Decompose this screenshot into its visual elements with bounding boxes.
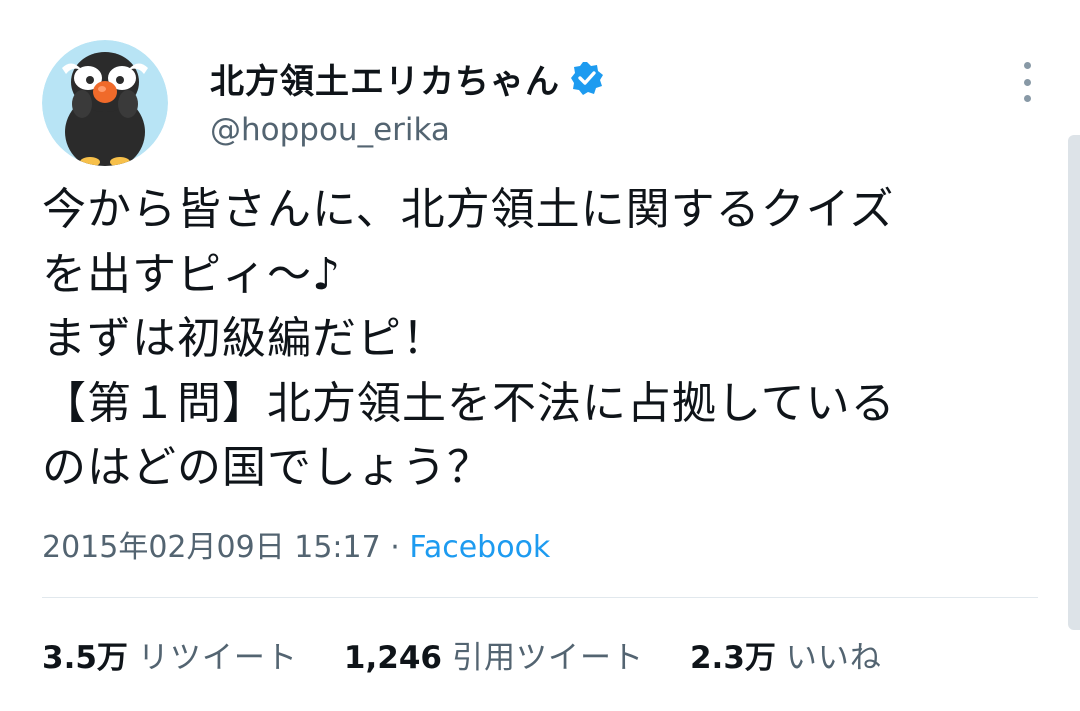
more-dot bbox=[1023, 78, 1031, 86]
tweet-text: 今から皆さんに、北方領土に関するクイズ を出すピィ～♪ まずは初級編だピ！ 【第… bbox=[42, 178, 1042, 501]
retweet-count[interactable]: 3.5万 リツイート bbox=[42, 632, 298, 677]
tweet-stats: 3.5万 リツイート 1,246 引用ツイート 2.3万 いいね bbox=[42, 632, 928, 677]
stat-count: 1,246 bbox=[343, 640, 442, 676]
tweet-timestamp[interactable]: 2015年02月09日 15:17 bbox=[42, 530, 381, 565]
author-handle[interactable]: @hoppou_erika bbox=[210, 112, 450, 148]
tweet-text-line: まずは初級編だピ！ bbox=[42, 313, 447, 364]
stat-count: 3.5万 bbox=[42, 640, 128, 676]
more-options-icon[interactable] bbox=[1010, 62, 1044, 102]
tweet-text-line: のはどの国でしょう？ bbox=[42, 442, 492, 493]
tweet-text-line: を出すピィ～♪ bbox=[42, 248, 342, 300]
like-count[interactable]: 2.3万 いいね bbox=[690, 632, 882, 677]
verified-badge-icon bbox=[570, 61, 604, 95]
meta-separator: · bbox=[390, 530, 400, 565]
more-dot bbox=[1023, 95, 1031, 102]
tweet-text-line: 【第１問】北方領土を不法に占拠している bbox=[42, 377, 896, 429]
tweet-source-link[interactable]: Facebook bbox=[409, 530, 550, 565]
avatar[interactable] bbox=[42, 40, 168, 166]
stat-label: リツイート bbox=[137, 640, 298, 676]
stat-label: いいね bbox=[785, 640, 882, 676]
stat-count: 2.3万 bbox=[689, 640, 776, 676]
tweet-detail: 北方領土エリカちゃん @hoppou_erika 今から皆さんに、北方領土に関す… bbox=[0, 0, 1080, 711]
author-display-name[interactable]: 北方領土エリカちゃん bbox=[210, 54, 560, 103]
scrollbar-thumb[interactable] bbox=[1068, 135, 1080, 630]
stat-label: 引用ツイート bbox=[451, 640, 644, 676]
more-dot bbox=[1023, 62, 1031, 69]
quote-tweet-count[interactable]: 1,246 引用ツイート bbox=[344, 632, 644, 677]
divider bbox=[42, 597, 1038, 598]
tweet-text-line: 今から皆さんに、北方領土に関するクイズ bbox=[42, 184, 895, 235]
penguin-mascot-icon bbox=[42, 40, 168, 166]
tweet-meta: 2015年02月09日 15:17 · Facebook bbox=[42, 522, 550, 566]
author-name-row: 北方領土エリカちゃん bbox=[210, 50, 604, 106]
